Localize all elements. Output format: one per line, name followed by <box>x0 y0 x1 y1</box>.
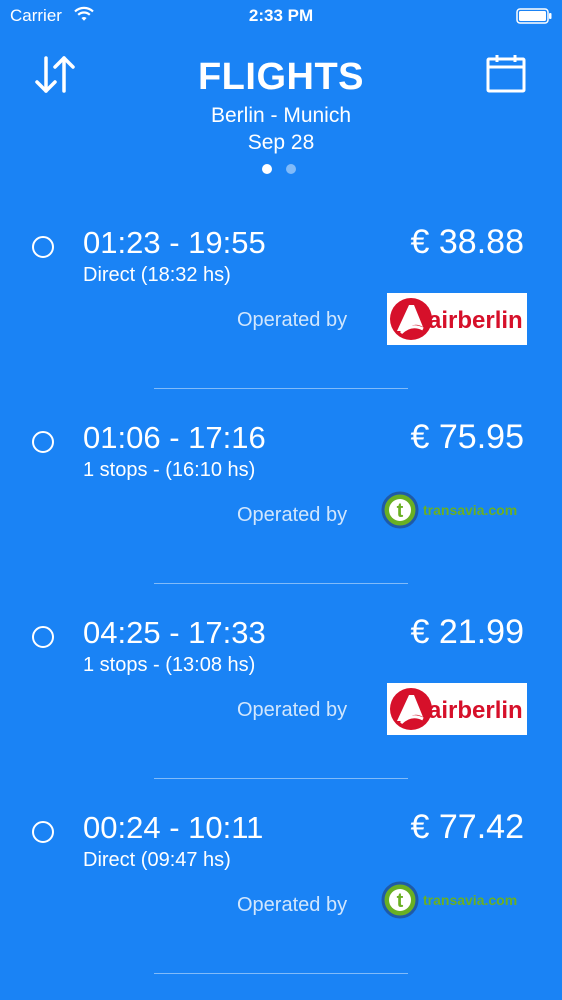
flight-item[interactable]: 00:24 - 10:11 € 77.42 Direct (09:47 hs) … <box>0 800 562 995</box>
flight-radio[interactable] <box>32 431 54 453</box>
divider <box>154 583 408 584</box>
airberlin-logo: airberlin <box>387 683 527 735</box>
page-dot-1[interactable] <box>262 164 272 174</box>
calendar-icon[interactable] <box>485 54 527 94</box>
airberlin-logo: airberlin <box>387 293 527 345</box>
flight-item[interactable]: 04:25 - 17:33 € 21.99 1 stops - (13:08 h… <box>0 605 562 800</box>
flight-times: 01:06 - 17:16 <box>83 420 266 455</box>
flight-item[interactable]: 01:06 - 17:16 € 75.95 1 stops - (16:10 h… <box>0 410 562 605</box>
svg-text:airberlin: airberlin <box>428 307 523 334</box>
flight-stops: 1 stops - (13:08 hs) <box>83 654 256 676</box>
flight-price: € 38.88 <box>410 223 524 261</box>
svg-text:transavia.com: transavia.com <box>423 892 517 908</box>
flight-times: 04:25 - 17:33 <box>83 615 266 650</box>
flight-radio[interactable] <box>32 821 54 843</box>
operated-by-label: Operated by <box>237 309 348 331</box>
svg-text:t: t <box>397 890 404 912</box>
divider <box>154 778 408 779</box>
flight-price: € 21.99 <box>410 613 524 651</box>
operated-by-label: Operated by <box>237 504 348 526</box>
svg-text:transavia.com: transavia.com <box>423 502 517 518</box>
date-label: Sep 28 <box>247 131 315 154</box>
transavia-logo: t transavia.com <box>381 881 517 919</box>
route-label: Berlin - Munich <box>210 104 352 127</box>
flight-stops: Direct (09:47 hs) <box>83 849 231 871</box>
flight-price: € 75.95 <box>410 418 524 456</box>
flight-times: 00:24 - 10:11 <box>83 810 264 845</box>
transavia-logo: t transavia.com <box>381 491 517 529</box>
status-bar: Carrier 2:33 PM <box>0 0 562 32</box>
svg-text:t: t <box>397 500 404 522</box>
svg-text:airberlin: airberlin <box>428 697 523 724</box>
flight-times: 01:23 - 19:55 <box>83 225 266 260</box>
divider <box>154 388 408 389</box>
page-dot-2[interactable] <box>286 164 296 174</box>
flight-stops: 1 stops - (16:10 hs) <box>83 459 256 481</box>
flight-radio[interactable] <box>32 626 54 648</box>
divider <box>154 973 408 974</box>
page-title: FLIGHTS <box>197 56 365 98</box>
page-indicator[interactable] <box>262 164 296 174</box>
flight-item[interactable]: 01:23 - 19:55 € 38.88 Direct (18:32 hs) … <box>0 215 562 410</box>
flight-radio[interactable] <box>32 236 54 258</box>
status-time: 2:33 PM <box>248 6 314 25</box>
flight-stops: Direct (18:32 hs) <box>83 264 231 286</box>
flight-price: € 77.42 <box>410 808 524 846</box>
battery-icon <box>516 8 552 24</box>
operated-by-label: Operated by <box>237 699 348 721</box>
operated-by-label: Operated by <box>237 894 348 916</box>
